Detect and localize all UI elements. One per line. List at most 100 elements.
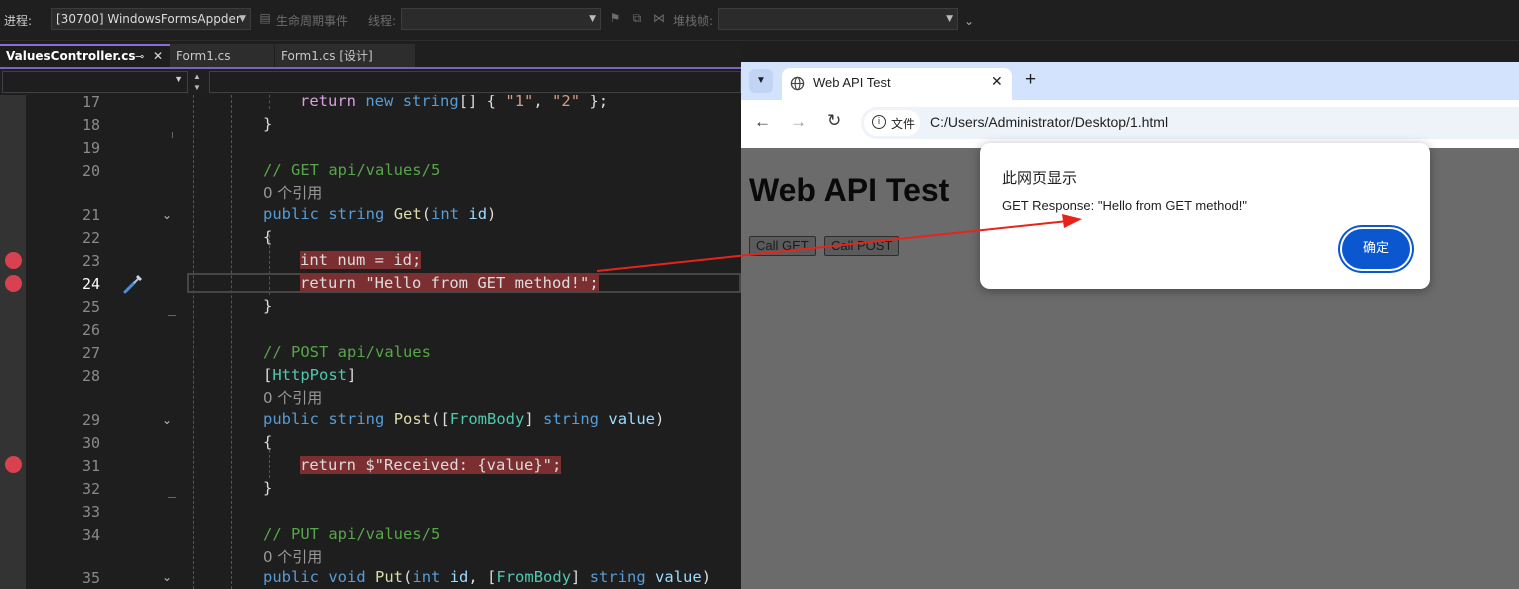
line-number: 29: [81, 411, 100, 429]
code-line-21: public string Get(int id): [263, 205, 497, 223]
stackframe-dropdown[interactable]: ▼: [718, 8, 958, 30]
chevron-down-icon: ▼: [589, 14, 596, 24]
line-number: 34: [81, 526, 100, 544]
ok-button[interactable]: 确定: [1342, 229, 1410, 269]
url-text: C:/Users/Administrator/Desktop/1.html: [930, 114, 1169, 130]
code-line-17: return new string[] { "1", "2" };: [300, 95, 609, 110]
debug-toolbar: 进程: [30700] WindowsFormsAppder ▼ ▤ 生命周期事…: [0, 0, 1519, 41]
line-number: 19: [81, 139, 100, 157]
tab-label: Form1.cs: [176, 49, 231, 63]
fold-chevron-icon[interactable]: ⌄: [162, 208, 172, 222]
quick-actions-icon[interactable]: [122, 271, 146, 295]
alert-dialog: 此网页显示 GET Response: "Hello from GET meth…: [980, 143, 1430, 289]
line-number-current: 24: [81, 275, 100, 293]
codelens-references[interactable]: 0 个引用: [263, 546, 322, 567]
line-number: 25: [81, 298, 100, 316]
thread-label: 线程:: [368, 14, 397, 28]
hide-icon[interactable]: ⋈: [652, 11, 666, 25]
flag-icon[interactable]: ⚑: [608, 11, 622, 25]
line-number: 23: [81, 252, 100, 270]
code-comment: // POST api/values: [263, 343, 431, 361]
line-number: 26: [81, 321, 100, 339]
page-heading: Web API Test: [749, 172, 950, 208]
split-scroll-icon[interactable]: ▲ ▼: [191, 71, 203, 93]
process-value: [30700] WindowsFormsAppder: [56, 12, 241, 26]
indent-guide: [269, 95, 270, 109]
line-number: 31: [81, 457, 100, 475]
code-comment: // GET api/values/5: [263, 161, 441, 179]
process-label: 进程:: [4, 14, 33, 28]
browser-tab-title: Web API Test: [813, 75, 891, 90]
document-tabs: ValuesController.cs ⊸ ✕ Form1.cs Form1.c…: [0, 44, 741, 68]
code-line-25: }: [263, 297, 273, 315]
code-line-28: [HttpPost]: [263, 366, 357, 384]
reload-icon[interactable]: ↻: [827, 111, 841, 131]
indent-guide: [269, 450, 270, 478]
line-number: 21: [81, 206, 100, 224]
info-icon: i: [872, 115, 886, 129]
indent-guide: [231, 95, 232, 589]
tab-label: ValuesController.cs: [6, 49, 136, 63]
line-number: 30: [81, 434, 100, 452]
tab-valuescontroller[interactable]: ValuesController.cs ⊸ ✕: [0, 44, 170, 68]
codelens-references[interactable]: 0 个引用: [263, 182, 322, 203]
pin-icon[interactable]: ⊸: [135, 46, 144, 67]
fold-line: [168, 315, 176, 316]
browser-tab[interactable]: Web API Test ✕: [782, 68, 1012, 100]
fold-line: [172, 132, 173, 138]
lifecycle-icon[interactable]: ▤: [258, 11, 272, 25]
line-number: 33: [81, 503, 100, 521]
site-info-label: 文件: [891, 117, 916, 131]
filter-threads-icon[interactable]: ⧉: [630, 11, 644, 25]
code-comment: // PUT api/values/5: [263, 525, 441, 543]
indent-guide: [193, 95, 194, 589]
code-line-18: }: [263, 115, 273, 133]
stackframe-label: 堆栈帧:: [673, 14, 714, 28]
code-line-30: {: [263, 433, 273, 451]
call-get-button[interactable]: Call GET: [749, 236, 816, 256]
toolbar-overflow-icon[interactable]: ⌄: [962, 14, 976, 28]
line-number: 18: [81, 116, 100, 134]
forward-icon[interactable]: →: [790, 112, 807, 132]
dialog-message: GET Response: "Hello from GET method!": [1002, 198, 1248, 213]
thread-dropdown[interactable]: ▼: [401, 8, 601, 30]
line-number: 35: [81, 569, 100, 587]
breakpoint-icon[interactable]: [5, 275, 22, 292]
breakpoint-margin[interactable]: [0, 95, 26, 589]
code-line-31-breakpoint: return $"Received: {value}";: [300, 456, 562, 474]
code-line-23-breakpoint: int num = id;: [300, 251, 422, 269]
fold-chevron-icon[interactable]: ⌄: [162, 413, 172, 427]
process-dropdown[interactable]: [30700] WindowsFormsAppder ▼: [51, 8, 251, 30]
close-icon[interactable]: ✕: [153, 46, 163, 67]
tab-form1-design[interactable]: Form1.cs [设计]: [275, 44, 415, 68]
code-line-22: {: [263, 228, 273, 246]
call-post-button[interactable]: Call POST: [824, 236, 900, 256]
browser-tab-strip: ▼ Web API Test ✕ +: [741, 62, 1519, 100]
site-info-chip[interactable]: i 文件: [864, 110, 920, 136]
navigation-dropdown[interactable]: [209, 71, 741, 93]
address-bar[interactable]: i 文件 C:/Users/Administrator/Desktop/1.ht…: [861, 107, 1519, 139]
new-tab-icon[interactable]: +: [1025, 69, 1036, 91]
tab-form1-cs[interactable]: Form1.cs: [170, 44, 274, 68]
tab-search-chevron-icon[interactable]: ▼: [749, 69, 773, 93]
chevron-down-icon: ▼: [174, 74, 183, 84]
lifecycle-events-button[interactable]: 生命周期事件: [276, 12, 348, 29]
chevron-down-icon: ▼: [946, 14, 953, 24]
chevron-down-icon: ▼: [239, 14, 246, 24]
breakpoint-icon[interactable]: [5, 252, 22, 269]
navigation-bar: ▼ ▲ ▼: [0, 69, 741, 95]
codelens-references[interactable]: 0 个引用: [263, 387, 322, 408]
back-icon[interactable]: ←: [754, 112, 771, 132]
fold-chevron-icon[interactable]: ⌄: [162, 570, 172, 584]
code-editor[interactable]: 17 18 19 20 21 22 23 24 25 26 27 28 29 3…: [0, 95, 741, 589]
line-number: 22: [81, 229, 100, 247]
tab-label: Form1.cs [设计]: [281, 49, 373, 63]
breakpoint-icon[interactable]: [5, 456, 22, 473]
code-line-35: public void Put(int id, [FromBody] strin…: [263, 568, 712, 586]
close-tab-icon[interactable]: ✕: [991, 73, 1003, 90]
globe-icon: [790, 76, 805, 91]
member-dropdown[interactable]: ▼: [2, 71, 188, 93]
fold-line: [168, 497, 176, 498]
line-number: 32: [81, 480, 100, 498]
browser-toolbar: ← → ↻ i 文件 C:/Users/Administrator/Deskto…: [741, 100, 1519, 148]
